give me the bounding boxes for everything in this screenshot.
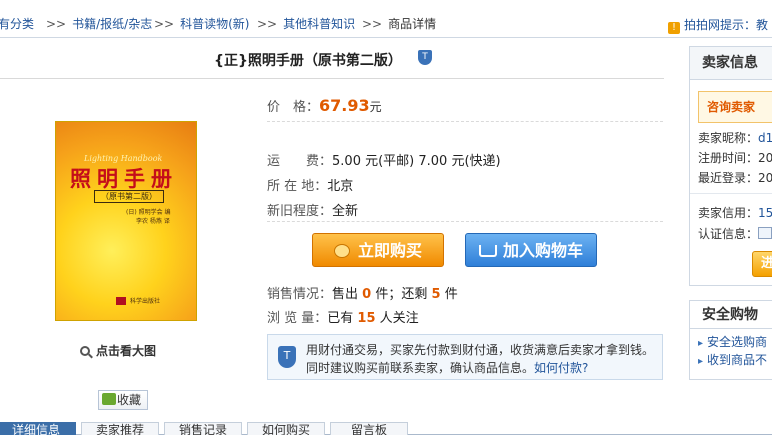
location-row: 所 在 地：北京 [267, 179, 354, 194]
product-image[interactable]: Lighting Handbook 照明手册 （原书第二版） (日) 照明学会 … [55, 121, 197, 321]
enlarge-image-link[interactable]: 点击看大图 [80, 342, 156, 359]
divider [267, 121, 663, 122]
views-row: 浏 览 量：已有 15 人关注 [267, 311, 419, 326]
enter-shop-button[interactable]: 进 [752, 251, 772, 277]
seller-certification: 认证信息： [698, 225, 772, 242]
breadcrumb-link-books[interactable]: >> 书籍/报纸/杂志 [46, 15, 152, 32]
divider [267, 221, 663, 222]
favorite-button[interactable]: 收藏 [98, 390, 148, 410]
seller-panel-heading: 卖家信息 [690, 47, 772, 80]
seller-credit: 卖家信用：15 [698, 206, 772, 220]
detail-tabs: 详细信息 卖家推荐 销售记录 如何购买 留言板 [0, 420, 772, 435]
coin-icon [333, 244, 350, 258]
breadcrumb-link-category[interactable]: 有分类 [0, 15, 34, 32]
buy-now-button[interactable]: 立即购买 [312, 233, 444, 267]
breadcrumb-current: >> 商品详情 [362, 17, 437, 31]
tab-sales-record[interactable]: 销售记录 [164, 422, 242, 435]
breadcrumb-link-popsci[interactable]: >> 科普读物(新) [154, 15, 249, 32]
safe-shopping-panel: 安全购物 安全选购商 收到商品不 [689, 300, 772, 380]
title-divider [0, 78, 664, 79]
cover-translator: 李农 杨燕 译 [136, 218, 170, 225]
seller-panel: 卖家信息 咨询卖家 卖家昵称：d1 注册时间：20 最近登录：20 卖家信用：1… [689, 46, 772, 286]
safe-shopping-link-2[interactable]: 收到商品不 [698, 351, 767, 368]
safe-shopping-heading: 安全购物 [690, 301, 772, 329]
favorite-icon [102, 393, 116, 405]
shield-icon: T [278, 346, 296, 368]
breadcrumb: 有分类 >> 书籍/报纸/杂志 >> 科普读物(新) >> 其他科普知识 >> 商品详情… [0, 0, 772, 38]
divider [690, 193, 772, 194]
cart-icon [478, 245, 497, 257]
sales-row: 销售情况：售出 0 件；还剩 5 件 [267, 287, 458, 302]
breadcrumb-link-other[interactable]: >> 其他科普知识 [257, 15, 355, 32]
sold-count: 0 [362, 287, 372, 302]
tab-details[interactable]: 详细信息 [0, 422, 76, 435]
cover-title: 照明手册 [70, 166, 178, 191]
safe-shopping-link-1[interactable]: 安全选购商 [698, 333, 767, 350]
cover-publisher: 科学出版社 [130, 298, 161, 305]
certificate-icon[interactable] [758, 227, 772, 239]
views-count: 15 [357, 311, 376, 326]
seller-last-login: 最近登录：20 [698, 171, 772, 185]
cover-author: (日) 照明学会 编 [126, 209, 171, 216]
condition-row: 新旧程度：全新 [267, 204, 359, 219]
add-to-cart-button[interactable]: 加入购物车 [465, 233, 597, 267]
tab-message-board[interactable]: 留言板 [330, 422, 408, 435]
how-to-pay-link[interactable]: 如何付款? [534, 361, 588, 375]
consult-seller-button[interactable]: 咨询卖家 [698, 91, 772, 123]
tab-how-to-buy[interactable]: 如何购买 [247, 422, 325, 435]
notice-icon: ! [668, 22, 680, 34]
payment-notice: T 用财付通交易，买家先付款到财付通，收货满意后卖家才拿到钱。 同时建议购买前联… [267, 334, 663, 380]
publisher-logo-icon [116, 297, 126, 305]
seller-register-time: 注册时间：20 [698, 151, 772, 165]
cover-edition: （原书第二版） [94, 190, 164, 203]
price-value: 67.93 [319, 96, 370, 115]
site-tip[interactable]: ! 拍拍网提示：教 [668, 16, 768, 34]
magnifier-icon [80, 346, 90, 356]
shield-icon: T [418, 50, 432, 65]
remaining-count: 5 [431, 287, 441, 302]
price-row: 价 格：67.93元 [267, 96, 382, 115]
cover-subtitle: Lighting Handbook [84, 154, 163, 163]
seller-nickname: 卖家昵称：d1 [698, 131, 772, 145]
tab-seller-recommend[interactable]: 卖家推荐 [81, 422, 159, 435]
shipping-row: 运 费：5.00 元(平邮) 7.00 元(快递) [267, 154, 501, 169]
product-title: {正}照明手册（原书第二版） [214, 53, 402, 69]
